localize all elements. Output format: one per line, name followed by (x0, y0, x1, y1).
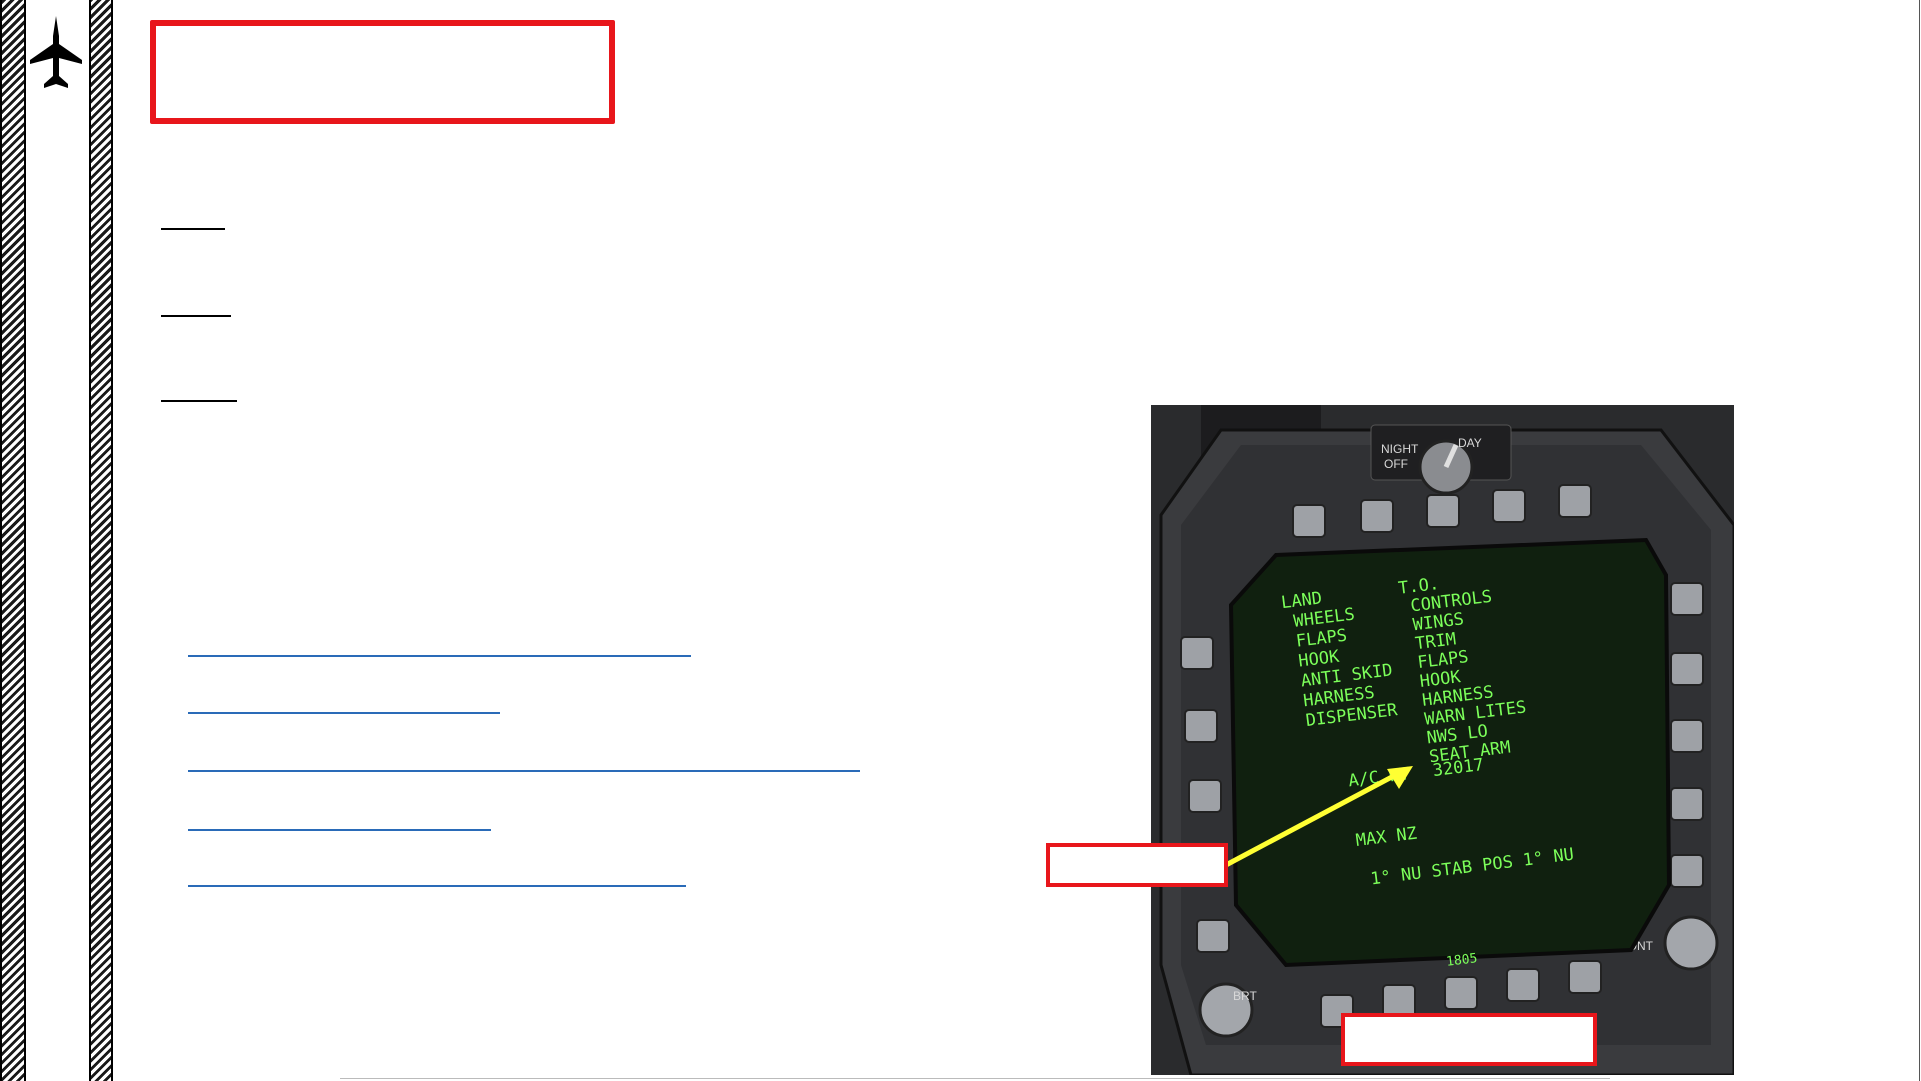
section-heading-2 (161, 293, 231, 317)
page-edge (1919, 0, 1920, 1081)
callout-bottom (1341, 1013, 1597, 1066)
brt-label: BRT (1233, 989, 1257, 1003)
section-heading-1 (161, 206, 225, 230)
switch-day-label: DAY (1458, 436, 1482, 450)
mfd-screenshot: NIGHT OFF DAY BRT CONT LAND WHEELS FLAPS… (1151, 405, 1734, 1075)
section-heading-3 (161, 378, 237, 402)
callout-aircraft-weight (1046, 843, 1228, 887)
link-2[interactable] (188, 712, 500, 714)
link-3[interactable] (188, 770, 860, 772)
switch-night-label: NIGHT (1381, 442, 1419, 456)
sidebar-hatch-right (89, 0, 113, 1081)
link-5[interactable] (188, 885, 686, 887)
link-4[interactable] (188, 829, 491, 831)
sidebar-hatch-left (0, 0, 26, 1081)
fighter-jet-icon (30, 16, 82, 88)
footer-rule (340, 1078, 1610, 1079)
sidebar (26, 0, 89, 1081)
switch-off-label: OFF (1384, 457, 1408, 471)
link-1[interactable] (188, 655, 691, 657)
title-box (150, 20, 615, 124)
